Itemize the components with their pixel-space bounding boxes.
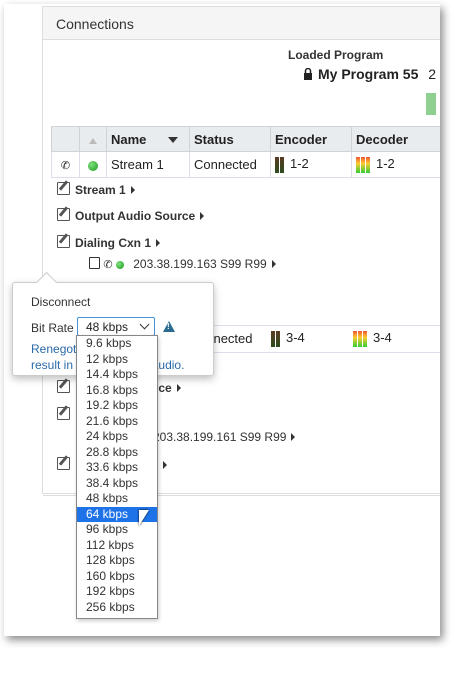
dropdown-option[interactable]: 160 kbps <box>77 569 157 585</box>
col-decoder[interactable]: Decoder <box>351 126 440 152</box>
dropdown-option[interactable]: 38.4 kbps <box>77 476 157 492</box>
dropdown-option[interactable]: 33.6 kbps <box>77 460 157 476</box>
row-decoder: 1-2 <box>351 151 440 178</box>
dialing-cxn-label: Dialing Cxn 1 <box>75 236 152 250</box>
row-status: Connected <box>189 151 271 178</box>
bitrate-label: Bit Rate <box>31 321 74 335</box>
col-sort-status[interactable] <box>79 126 107 152</box>
output-audio-source-label: Output Audio Source <box>75 209 196 223</box>
lock-icon <box>304 68 312 80</box>
encoder-value: 3-4 <box>286 330 305 345</box>
contact-icon <box>89 257 100 269</box>
green-dot-icon <box>115 260 124 269</box>
col-status-label: Status <box>194 131 234 147</box>
disconnect-link[interactable]: Disconnect <box>31 295 90 309</box>
status-dot-cell <box>79 151 107 178</box>
caret-right-icon <box>130 186 135 194</box>
dropdown-option[interactable]: 12 kbps <box>77 352 157 368</box>
panel-title: Connections <box>56 16 134 32</box>
encoder-value: 1-2 <box>290 156 309 172</box>
dropdown-option[interactable]: 48 kbps <box>77 491 157 507</box>
ip-address-2: 203.38.199.161 S99 R99 <box>153 430 287 444</box>
connection-ip-line[interactable]: ✆ 203.38.199.163 S99 R99 <box>89 257 276 271</box>
caret-right-icon <box>163 461 168 469</box>
edit-icon[interactable] <box>57 380 70 393</box>
row-encoder: 1-2 <box>270 151 352 178</box>
chevron-down-icon <box>139 319 150 330</box>
connections-table: Name Status Encoder Decoder ✆ Stream 1 C… <box>51 126 440 178</box>
edit-icon[interactable] <box>57 457 70 470</box>
program-name-tail: 2 <box>428 66 437 82</box>
mouse-cursor-icon <box>139 510 149 526</box>
edit-icon[interactable] <box>57 208 70 221</box>
dropdown-option[interactable]: 19.2 kbps <box>77 398 157 414</box>
sort-down-icon <box>168 137 179 144</box>
caret-right-icon <box>271 260 276 268</box>
col-encoder-label: Encoder <box>275 131 328 147</box>
dropdown-option[interactable]: 28.8 kbps <box>77 445 157 461</box>
dropdown-option[interactable]: 9.6 kbps <box>77 336 157 352</box>
ip-address-1: 203.38.199.163 S99 R99 <box>133 257 267 271</box>
col-name[interactable]: Name <box>106 126 190 152</box>
program-name-text: My Program 55 <box>318 66 419 82</box>
output-audio-source-item[interactable]: Output Audio Source <box>57 208 205 223</box>
dropdown-option[interactable]: 128 kbps <box>77 553 157 569</box>
bitrate-select[interactable]: 48 kbps <box>77 317 155 336</box>
dropdown-option[interactable]: 192 kbps <box>77 584 157 600</box>
caret-right-icon <box>200 212 205 220</box>
caret-right-icon <box>176 384 181 392</box>
dropdown-option[interactable]: 21.6 kbps <box>77 414 157 430</box>
dropdown-option[interactable]: 24 kbps <box>77 429 157 445</box>
col-status[interactable]: Status <box>189 126 271 152</box>
col-name-label: Name <box>111 131 147 147</box>
warning-icon <box>163 321 175 332</box>
col-encoder[interactable]: Encoder <box>270 126 352 152</box>
table-row[interactable]: ✆ Stream 1 Connected 1-2 1-2 <box>51 151 440 178</box>
stream-item[interactable]: Stream 1 <box>57 182 135 197</box>
sort-up-icon <box>89 137 97 144</box>
bitrate-dropdown[interactable]: 9.6 kbps 12 kbps 14.4 kbps 16.8 kbps 19.2 kb… <box>76 335 158 619</box>
green-dot-icon <box>88 160 98 171</box>
caret-right-icon <box>291 433 296 441</box>
row-name: Stream 1 <box>106 151 190 178</box>
connection-ip-line-2[interactable]: 203.38.199.161 S99 R99 <box>153 430 296 444</box>
edit-icon[interactable] <box>57 235 70 248</box>
status-indicator <box>426 93 436 115</box>
phone-icon: ✆ <box>60 160 71 172</box>
col-icon <box>51 126 80 152</box>
dropdown-options: 9.6 kbps 12 kbps 14.4 kbps 16.8 kbps 19.2 kb… <box>77 336 157 615</box>
row-encoder: 3-4 <box>271 330 305 347</box>
dropdown-option[interactable]: 14.4 kbps <box>77 367 157 383</box>
warning-line-2: result in <box>31 358 74 372</box>
loaded-program-label: Loaded Program <box>288 48 384 62</box>
edit-icon[interactable] <box>57 182 70 195</box>
bitrate-selected-value: 48 kbps <box>86 320 129 334</box>
decoder-value: 3-4 <box>373 330 392 345</box>
dropdown-option[interactable]: 256 kbps <box>77 600 157 616</box>
dialing-cxn-item[interactable]: Dialing Cxn 1 <box>57 235 161 250</box>
program-name: My Program 55 2 <box>318 66 436 82</box>
dropdown-option[interactable]: 112 kbps <box>77 538 157 554</box>
panel-header: Connections <box>43 7 440 40</box>
row-decoder: 3-4 <box>353 330 392 347</box>
col-decoder-label: Decoder <box>356 131 409 147</box>
decoder-value: 1-2 <box>376 156 395 172</box>
phone-icon: ✆ <box>103 259 113 271</box>
caret-right-icon <box>156 239 161 247</box>
stream-label: Stream 1 <box>75 183 126 197</box>
phone-cell: ✆ <box>51 151 80 178</box>
edit-icon[interactable] <box>57 407 70 420</box>
screenshot-sheet: Connections Loaded Program My Program 55… <box>4 4 440 636</box>
dropdown-option[interactable]: 16.8 kbps <box>77 383 157 399</box>
